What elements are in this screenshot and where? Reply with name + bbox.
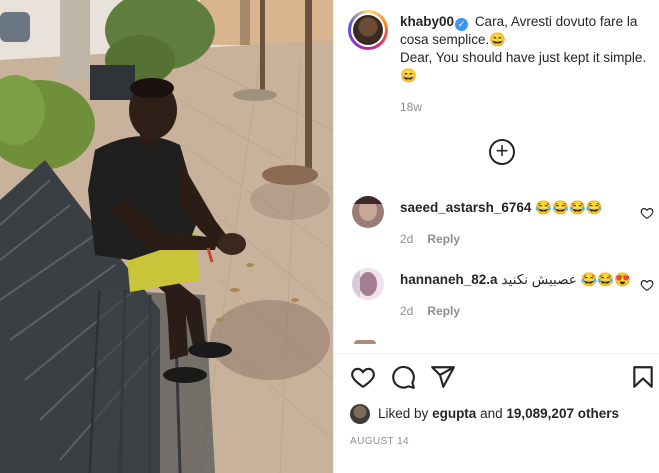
comment-icon[interactable] bbox=[390, 364, 416, 390]
comment-item: hannaneh_82.a عصبیش نکنید 😂😂😍 2d Reply bbox=[348, 268, 654, 328]
likes-text[interactable]: Liked by egupta and 19,089,207 others bbox=[378, 406, 619, 421]
reply-button[interactable]: Reply bbox=[427, 304, 460, 318]
comment-username[interactable]: hannaneh_82.a عصبیش نکنید 😂😂😍 bbox=[400, 272, 631, 288]
likes-count[interactable]: 19,089,207 others bbox=[506, 406, 619, 421]
post-media[interactable] bbox=[0, 0, 333, 473]
heart-icon[interactable] bbox=[640, 278, 654, 292]
comment-age: 2d bbox=[400, 232, 414, 246]
comment-avatar-partial bbox=[354, 340, 376, 344]
reply-button[interactable]: Reply bbox=[427, 232, 460, 246]
heart-icon[interactable] bbox=[350, 364, 376, 390]
post-details: khaby00 ✓ Cara, Avresti dovuto fare la co… bbox=[333, 0, 659, 473]
heart-icon[interactable] bbox=[640, 206, 654, 220]
post-date: AUGUST 14 bbox=[350, 436, 409, 447]
post-age: 18w bbox=[400, 100, 423, 114]
paper-plane-icon[interactable] bbox=[430, 364, 456, 390]
comment-text: عصبیش نکنید 😂😂😍 bbox=[501, 272, 632, 287]
comment-item: saeed_astarsh_6764 😂😂😂😂 2d Reply bbox=[348, 196, 654, 256]
comment-avatar[interactable] bbox=[352, 268, 384, 300]
liker-username[interactable]: egupta bbox=[432, 406, 476, 421]
verified-badge-icon: ✓ bbox=[455, 18, 469, 31]
post-photo bbox=[0, 0, 333, 473]
author-username[interactable]: khaby00 bbox=[400, 14, 454, 29]
plus-circle-icon[interactable]: + bbox=[489, 139, 515, 165]
caption-english: Dear, You should have just kept it simpl… bbox=[400, 50, 647, 83]
comment-text: 😂😂😂😂 bbox=[535, 200, 603, 215]
liker-avatar[interactable] bbox=[350, 404, 370, 424]
bookmark-icon[interactable] bbox=[630, 364, 656, 390]
comment-username[interactable]: saeed_astarsh_6764 😂😂😂😂 bbox=[400, 200, 603, 216]
comment-avatar[interactable] bbox=[352, 196, 384, 228]
comment-age: 2d bbox=[400, 304, 414, 318]
comment-meta: 2d Reply bbox=[400, 232, 460, 246]
action-bar bbox=[334, 353, 659, 399]
comment-meta: 2d Reply bbox=[400, 304, 460, 318]
caption-text: khaby00 ✓ Cara, Avresti dovuto fare la co… bbox=[400, 13, 656, 85]
author-avatar[interactable] bbox=[348, 10, 388, 50]
